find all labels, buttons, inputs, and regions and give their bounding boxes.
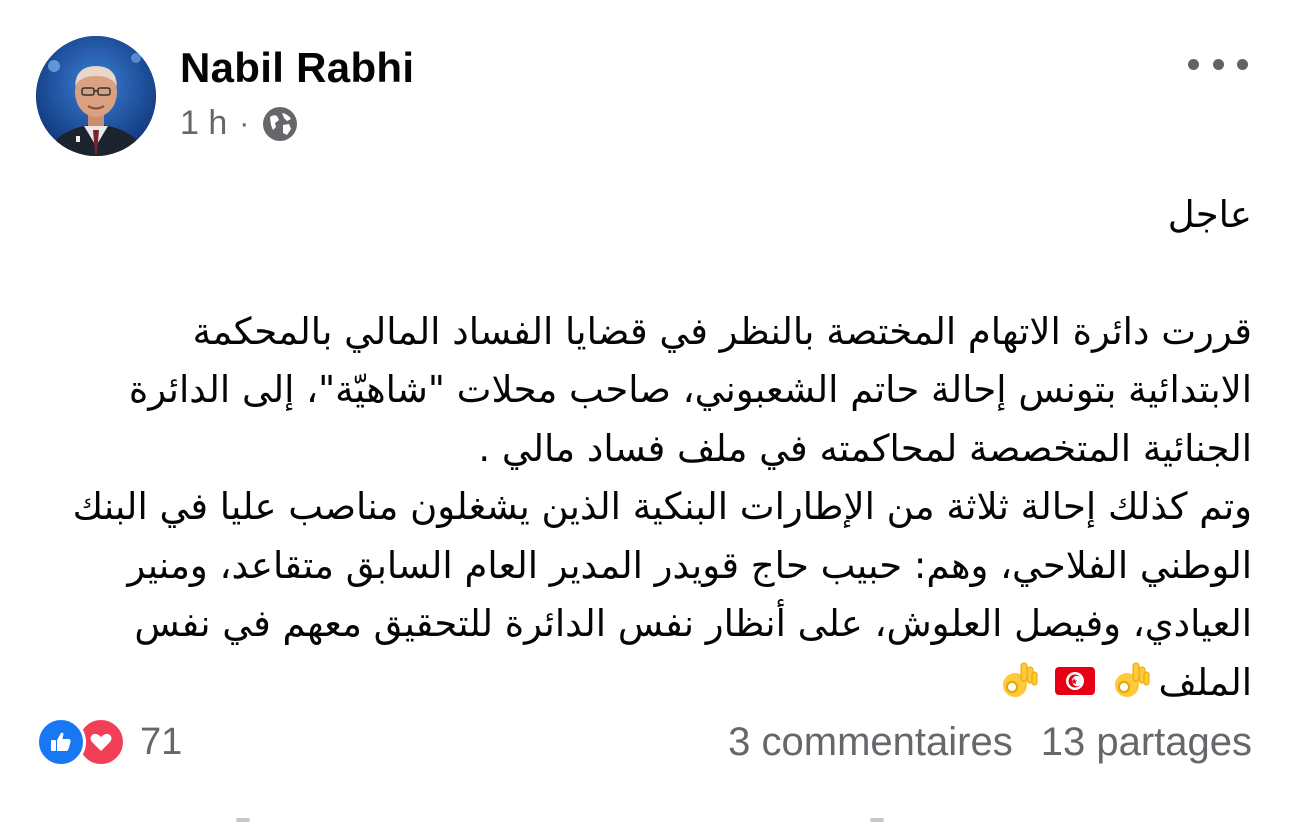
avatar[interactable] [36,36,156,156]
like-icon [36,717,86,767]
ok-hand-emoji-icon [1114,662,1149,697]
tunisia-flag-icon [1054,666,1095,695]
shares-count-link[interactable]: 13 partages [1041,720,1252,765]
post-time[interactable]: 1 h [180,104,227,143]
meta-separator: · [239,106,250,140]
post-footer: 71 3 commentaires 13 partages [36,712,1252,772]
post-text: عاجل قررت دائرة الاتهام المختصة بالنظر ف… [60,186,1252,712]
facebook-post: Nabil Rabhi 1 h · عاجل قررت دائرة الاتها… [0,0,1290,822]
next-section-hint [0,814,1290,822]
reactions-summary[interactable]: 71 [36,717,182,767]
more-dot [1212,58,1224,70]
author-name[interactable]: Nabil Rabhi [180,44,414,92]
more-options-icon[interactable] [1188,52,1248,76]
post-paragraph-2: وتم كذلك إحالة ثلاثة من الإطارات البنكية… [60,478,1252,712]
reaction-count: 71 [140,720,183,763]
globe-icon[interactable] [261,105,299,143]
more-dot [1188,58,1199,70]
post-meta: 1 h · [180,104,299,143]
post-paragraph-1: قررت دائرة الاتهام المختصة بالنظر في قضا… [128,309,1252,470]
post-stats: 3 commentaires 13 partages [728,720,1252,765]
avatar-image [36,36,156,156]
post-line-urgent: عاجل [1167,193,1252,236]
ok-hand-emoji-icon [1002,662,1037,697]
comments-count-link[interactable]: 3 commentaires [728,720,1013,765]
more-dot [1237,58,1248,70]
